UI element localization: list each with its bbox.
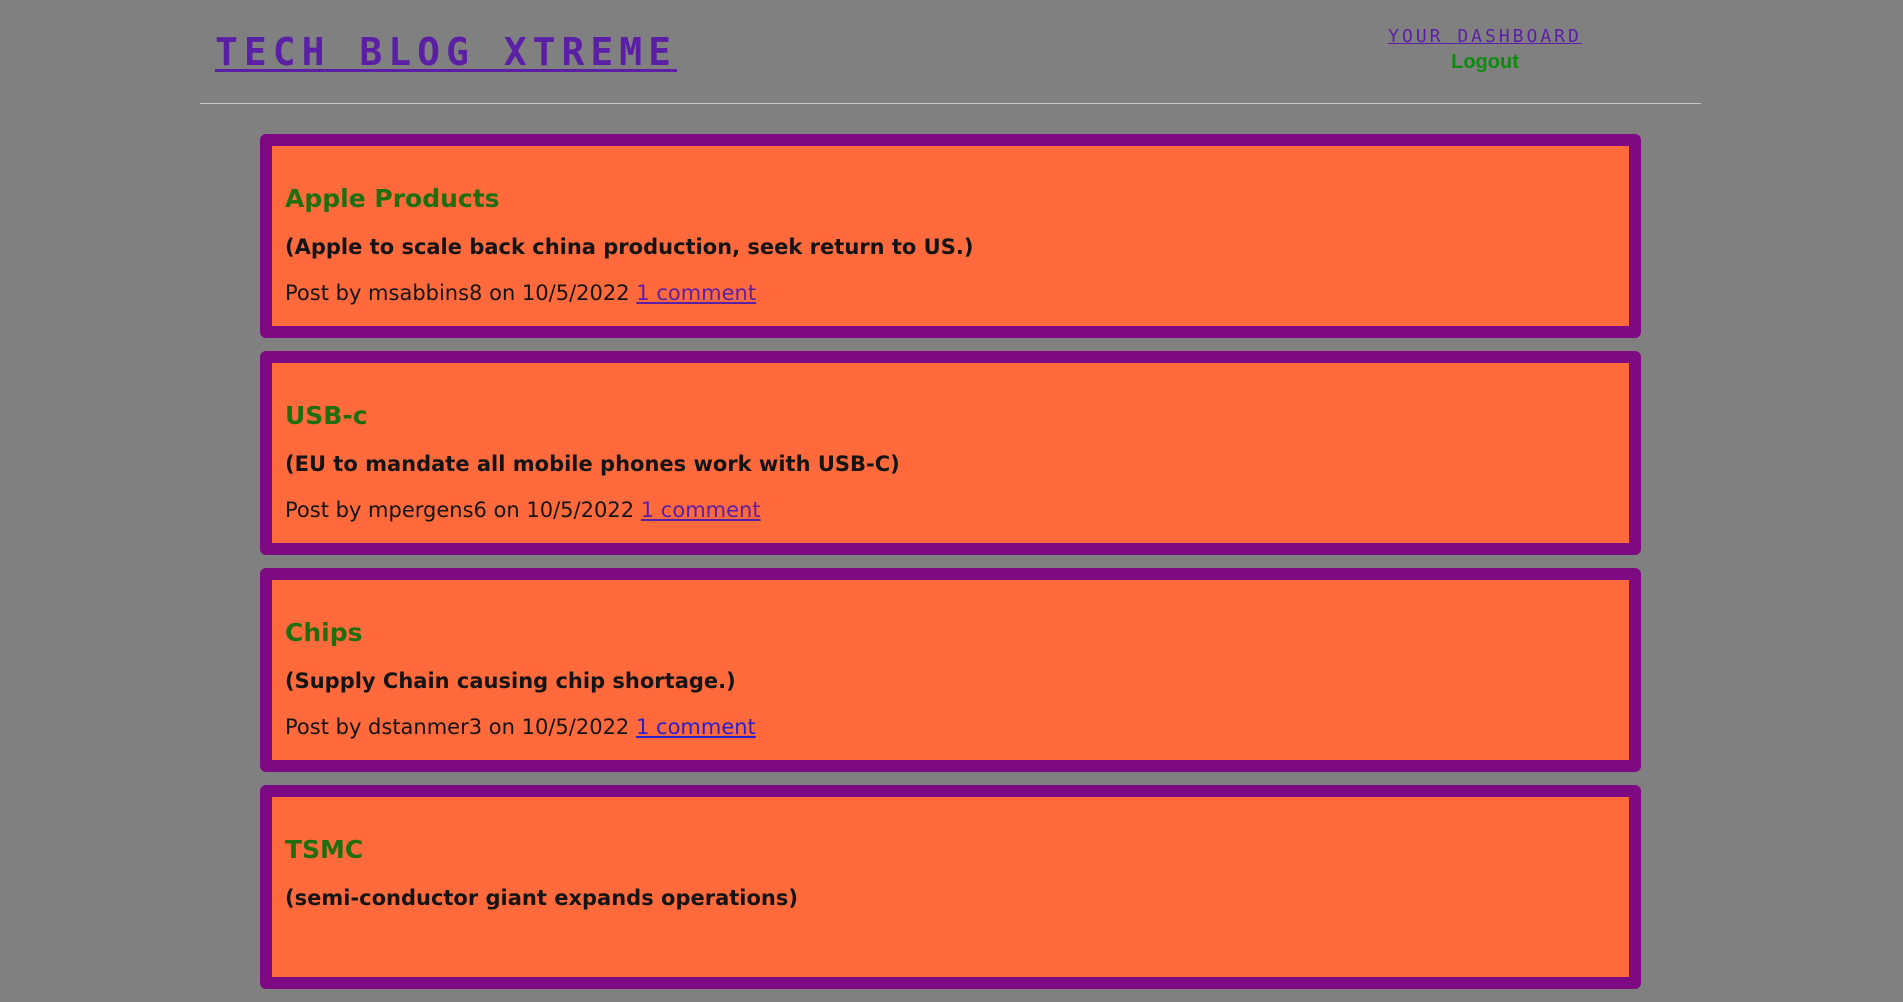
post-meta: Post by dstanmer3 on 10/5/2022 1 comment — [285, 714, 1629, 740]
site-header: TECH BLOG XTREME YOUR DASHBOARD Logout — [200, 0, 1701, 104]
post-title: Chips — [285, 618, 363, 647]
post-title: USB-c — [285, 401, 368, 430]
post-card[interactable]: TSMC (semi-conductor giant expands opera… — [260, 785, 1641, 989]
post-author-date: Post by msabbins8 on 10/5/2022 — [285, 281, 630, 305]
post-summary: (EU to mandate all mobile phones work wi… — [285, 452, 900, 476]
comment-count-link[interactable]: 1 comment — [636, 715, 756, 739]
post-summary: (Apple to scale back china production, s… — [285, 235, 974, 259]
post-title: TSMC — [285, 835, 364, 864]
comment-count-link[interactable]: 1 comment — [636, 281, 756, 305]
post-summary: (Supply Chain causing chip shortage.) — [285, 669, 736, 693]
post-card[interactable]: Chips (Supply Chain causing chip shortag… — [260, 568, 1641, 772]
header-nav: YOUR DASHBOARD Logout — [1380, 26, 1590, 74]
post-summary: (semi-conductor giant expands operations… — [285, 886, 798, 910]
post-author-date: Post by mpergens6 on 10/5/2022 — [285, 498, 635, 522]
post-card[interactable]: USB-c (EU to mandate all mobile phones w… — [260, 351, 1641, 555]
post-author-date: Post by dstanmer3 on 10/5/2022 — [285, 715, 630, 739]
post-title: Apple Products — [285, 184, 500, 213]
post-meta: Post by msabbins8 on 10/5/2022 1 comment — [285, 280, 1629, 306]
logout-link[interactable]: Logout — [1380, 51, 1590, 74]
post-list: Apple Products (Apple to scale back chin… — [260, 134, 1641, 1002]
site-title-link[interactable]: TECH BLOG XTREME — [215, 30, 677, 74]
post-meta: Post by mpergens6 on 10/5/2022 1 comment — [285, 497, 1629, 523]
dashboard-link[interactable]: YOUR DASHBOARD — [1380, 26, 1590, 47]
post-card[interactable]: Apple Products (Apple to scale back chin… — [260, 134, 1641, 338]
comment-count-link[interactable]: 1 comment — [641, 498, 761, 522]
